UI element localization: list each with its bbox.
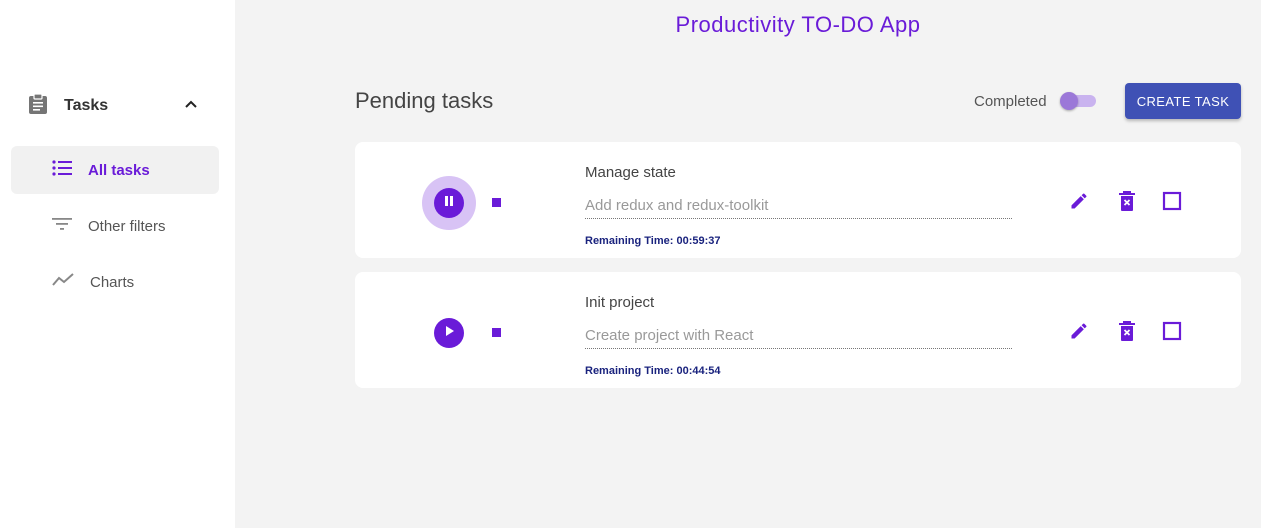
sidebar-item-all-tasks[interactable]: All tasks [11, 146, 219, 194]
edit-button[interactable] [1067, 321, 1091, 345]
sidebar-section-label: Tasks [64, 97, 109, 114]
pause-button-wrapper[interactable] [422, 176, 476, 230]
page-title: Pending tasks [355, 88, 494, 113]
chart-line-icon [52, 272, 74, 292]
task-title: Init project [585, 294, 655, 311]
sidebar-item-label: Charts [90, 273, 135, 291]
trash-icon [1117, 320, 1137, 347]
trash-icon [1117, 190, 1137, 217]
sidebar-item-label: All tasks [88, 161, 150, 179]
create-task-button[interactable]: CREATE TASK [1125, 83, 1241, 119]
remaining-time: Remaining Time: 00:44:54 [585, 365, 721, 377]
complete-checkbox[interactable] [1160, 321, 1184, 345]
task-description-input[interactable] [585, 322, 1012, 349]
sidebar-item-other-filters[interactable]: Other filters [11, 202, 219, 250]
stop-button[interactable] [492, 198, 501, 207]
sidebar-item-label: Other filters [88, 217, 166, 235]
pause-button[interactable] [434, 188, 464, 218]
delete-button[interactable] [1115, 190, 1139, 217]
sidebar-item-charts[interactable]: Charts [11, 258, 219, 306]
play-icon [443, 324, 455, 342]
app-title: Productivity TO-DO App [675, 12, 921, 37]
toggle-thumb[interactable] [1060, 92, 1078, 110]
task-card: Init project Remaining Time: 00:44:54 [355, 272, 1241, 388]
completed-toggle[interactable] [1060, 92, 1096, 110]
clipboard-icon [28, 92, 48, 120]
list-icon [52, 159, 72, 182]
checkbox-icon [1162, 321, 1182, 346]
chevron-up-icon[interactable] [184, 96, 198, 114]
filter-icon [52, 217, 72, 236]
complete-checkbox[interactable] [1160, 191, 1184, 215]
task-card: Manage state Remaining Time: 00:59:37 [355, 142, 1241, 258]
play-button-wrapper[interactable] [422, 306, 476, 360]
remaining-time: Remaining Time: 00:59:37 [585, 235, 721, 247]
task-title: Manage state [585, 164, 676, 181]
stop-button[interactable] [492, 328, 501, 337]
sidebar: Tasks All tasks Other filters Charts [0, 0, 235, 528]
pause-icon [443, 194, 455, 212]
play-button[interactable] [434, 318, 464, 348]
checkbox-icon [1162, 191, 1182, 216]
sidebar-section-tasks[interactable]: Tasks [28, 92, 208, 120]
task-description-input[interactable] [585, 192, 1012, 219]
pencil-icon [1069, 321, 1089, 346]
edit-button[interactable] [1067, 191, 1091, 215]
delete-button[interactable] [1115, 320, 1139, 347]
pencil-icon [1069, 191, 1089, 216]
completed-toggle-label: Completed [974, 93, 1047, 110]
